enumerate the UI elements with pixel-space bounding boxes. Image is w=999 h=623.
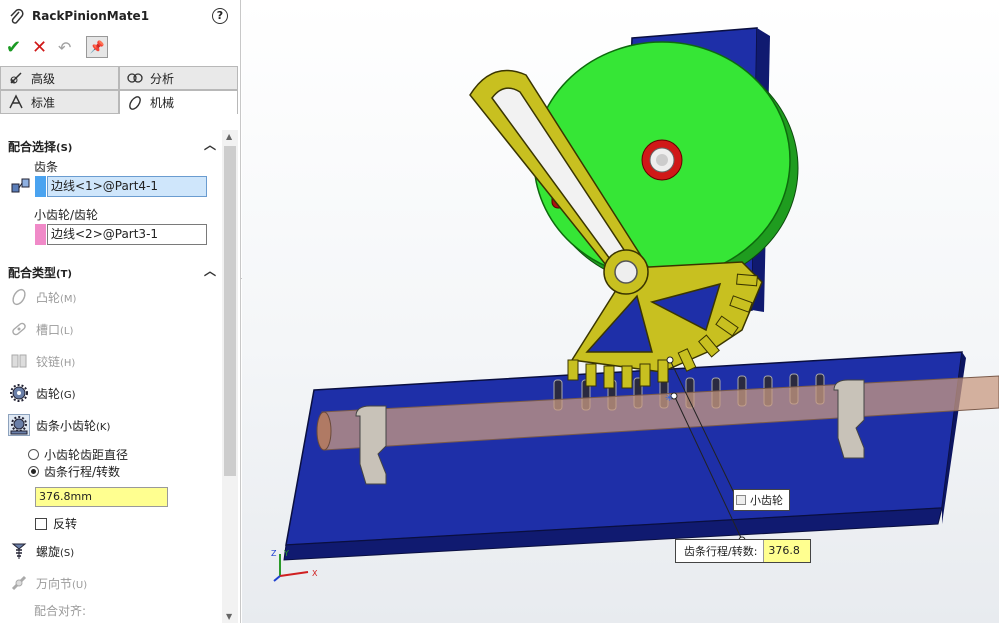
- mate-type-gear[interactable]: 齿轮(G): [8, 380, 76, 406]
- ok-button[interactable]: ✔: [6, 37, 24, 58]
- scroll-down-icon[interactable]: ▼: [226, 612, 232, 621]
- radio-button[interactable]: [28, 449, 39, 460]
- panel-titlebar: RackPinionMate1 ?: [0, 0, 240, 32]
- pushpin-button[interactable]: 📌: [86, 36, 108, 58]
- panel-scrollbar[interactable]: ▲ ▼: [222, 130, 238, 623]
- screw-icon: [8, 540, 30, 562]
- assembly-model[interactable]: ✳: [242, 0, 999, 623]
- mate-type-universal-joint[interactable]: 万向节(U): [8, 570, 87, 596]
- mate-tabs: 高级 分析 标准 机械: [0, 66, 238, 114]
- svg-text:Y: Y: [283, 549, 289, 558]
- pinion-selection-field[interactable]: 边线<2>@Part3-1: [47, 224, 207, 245]
- rack-selection-field[interactable]: 边线<1>@Part4-1: [47, 176, 207, 197]
- svg-text:✳: ✳: [665, 393, 673, 404]
- mate-type-slot[interactable]: 槽口(L): [8, 316, 73, 342]
- help-icon[interactable]: ?: [212, 8, 228, 24]
- mate-types-header[interactable]: 配合类型(T) ︿: [8, 264, 216, 281]
- scroll-up-icon[interactable]: ▲: [226, 132, 232, 141]
- radio-button[interactable]: [28, 466, 39, 477]
- standard-icon: [7, 94, 25, 110]
- undo-icon[interactable]: ↶: [58, 38, 78, 57]
- option-pinion-pitch-diameter[interactable]: 小齿轮齿距直径: [28, 446, 128, 463]
- chevron-up-icon[interactable]: ︿: [204, 136, 216, 153]
- svg-text:X: X: [312, 569, 318, 578]
- chevron-up-icon[interactable]: ︿: [204, 262, 216, 279]
- mate-type-screw[interactable]: 螺旋(S): [8, 538, 74, 564]
- option-rack-travel[interactable]: 齿条行程/转数: [28, 463, 120, 480]
- svg-text:Z: Z: [271, 549, 277, 558]
- rack-label: 齿条: [34, 160, 59, 174]
- cancel-button[interactable]: ✕: [32, 37, 50, 58]
- rack-travel-callout-value[interactable]: 376.8: [763, 540, 810, 562]
- property-manager: RackPinionMate1 ? ✔ ✕ ↶ 📌 高级 分析 标准 机械 配合…: [0, 0, 241, 623]
- mate-type-cam[interactable]: 凸轮(M): [8, 284, 76, 310]
- tab-standard[interactable]: 标准: [0, 90, 119, 114]
- checkbox[interactable]: [35, 517, 47, 530]
- callout-box-icon: [736, 495, 746, 505]
- gear-icon: [8, 382, 30, 404]
- mate-type-hinge[interactable]: 铰链(H): [8, 348, 75, 374]
- universal-joint-icon: [8, 572, 30, 594]
- advanced-icon: [7, 70, 25, 86]
- mechanical-icon: [126, 95, 144, 111]
- mate-entities-icon: [11, 178, 30, 193]
- slot-icon: [8, 318, 30, 340]
- panel-title: RackPinionMate1: [32, 9, 150, 23]
- paperclip-icon: [10, 8, 24, 24]
- mate-type-rack-pinion[interactable]: 齿条小齿轮(K): [8, 412, 110, 438]
- tab-advanced[interactable]: 高级: [0, 66, 119, 90]
- mate-selections-header[interactable]: 配合选择(S) ︿: [8, 138, 216, 155]
- rack-color-swatch: [35, 176, 46, 197]
- pinion-color-swatch: [35, 224, 46, 245]
- tab-analysis[interactable]: 分析: [119, 66, 238, 90]
- travel-value-input[interactable]: 376.8mm: [35, 487, 168, 507]
- cam-icon: [8, 286, 30, 308]
- pinion-label: 小齿轮/齿轮: [34, 208, 99, 222]
- rack-travel-callout[interactable]: 齿条行程/转数: 376.8: [675, 539, 811, 563]
- hinge-icon: [8, 350, 30, 372]
- scrollbar-thumb[interactable]: [224, 146, 236, 476]
- tab-mechanical[interactable]: 机械: [119, 90, 238, 114]
- rack-pinion-icon: [8, 414, 30, 436]
- pinion-callout[interactable]: 小齿轮: [733, 489, 790, 511]
- mate-alignment-label: 配合对齐:: [34, 604, 87, 618]
- graphics-area[interactable]: ✳ Z Y X: [242, 0, 999, 623]
- action-bar: ✔ ✕ ↶ 📌: [0, 32, 240, 62]
- analysis-icon: [126, 70, 144, 86]
- reverse-checkbox[interactable]: 反转: [35, 515, 77, 532]
- axis-triad: Z Y X: [271, 549, 318, 582]
